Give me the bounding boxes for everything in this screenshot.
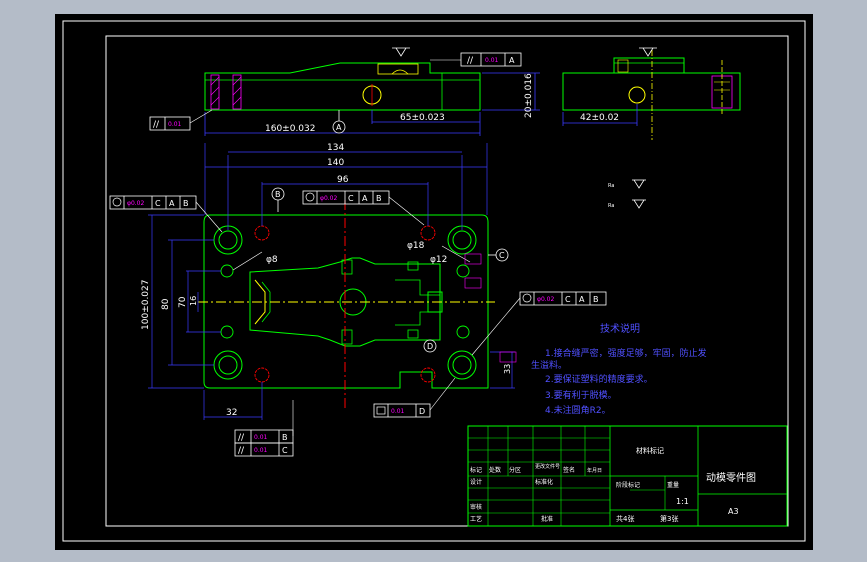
svg-text:A: A [579, 295, 585, 304]
svg-text:0.01: 0.01 [168, 121, 182, 128]
dim-140: 140 [327, 158, 344, 168]
svg-text:B: B [593, 295, 599, 304]
svg-text:设计: 设计 [470, 478, 482, 486]
dim-42: 42±0.02 [580, 113, 619, 123]
svg-text:处数: 处数 [489, 466, 501, 474]
tech-notes-title: 技术说明 [600, 322, 640, 335]
front-view [204, 62, 481, 111]
svg-text:0.01: 0.01 [391, 408, 405, 415]
tech-note-4: 4.未注圆角R2。 [545, 404, 611, 416]
side-view: 42±0.02 [562, 47, 741, 140]
material-mark: 材料标记 [636, 446, 664, 455]
svg-text:阶段标记: 阶段标记 [616, 481, 640, 489]
scale: 1:1 [676, 497, 689, 506]
tech-note-2: 2.要保证塑料的精度要求。 [545, 373, 653, 385]
svg-text:C: C [499, 251, 505, 260]
svg-text:更改文件号: 更改文件号 [535, 463, 560, 470]
svg-text:年月日: 年月日 [587, 467, 602, 474]
svg-text://: // [238, 446, 245, 456]
dim-96: 96 [337, 175, 349, 185]
roughness-symbol-top [392, 47, 410, 57]
svg-text:Ra: Ra [608, 183, 614, 189]
svg-text:0.01: 0.01 [254, 434, 268, 441]
total-sheets: 共4张 [616, 514, 634, 523]
dim-20: 20±0.016 [524, 73, 534, 118]
svg-text:B: B [183, 199, 189, 208]
svg-text:分区: 分区 [509, 466, 521, 474]
svg-text:C: C [155, 199, 161, 208]
svg-text:A: A [362, 194, 368, 203]
flatness-frame-bottom: 0.01 D [373, 377, 456, 418]
svg-text://: // [238, 433, 245, 443]
svg-text:0.01: 0.01 [485, 57, 499, 64]
dim-32: 32 [226, 408, 237, 418]
parallelism-frame-left: // 0.01 [149, 109, 213, 131]
svg-text:φ0.02: φ0.02 [537, 296, 555, 303]
sheet-number: 第3张 [660, 514, 678, 523]
svg-text:φ0.02: φ0.02 [127, 200, 145, 207]
svg-text:A: A [509, 56, 515, 65]
parallelism-frame-top: // 0.01 A [430, 52, 522, 67]
cad-drawing-canvas[interactable]: 160±0.032 65±0.023 20±0.016 A // 0.01 A … [0, 0, 867, 562]
svg-text://: // [153, 120, 160, 130]
dim-100: 100±0.027 [141, 280, 151, 330]
dim-phi8: φ8 [266, 255, 278, 265]
svg-text:φ0.02: φ0.02 [320, 195, 338, 202]
dim-phi12: φ12 [430, 255, 447, 265]
part-name: 动模零件图 [706, 472, 756, 484]
datum-symbols-plan: B C D [271, 187, 509, 353]
svg-text:C: C [282, 446, 288, 455]
svg-text:B: B [275, 190, 281, 199]
svg-text:重量: 重量 [667, 481, 679, 489]
svg-text:C: C [348, 194, 354, 203]
svg-text:B: B [376, 194, 382, 203]
dim-160: 160±0.032 [265, 124, 315, 134]
dim-phi18: φ18 [407, 241, 425, 251]
technical-notes: 技术说明 1.接合缝严密，强度足够，牢固，防止发 生溢料。 2.要保证塑料的精度… [531, 322, 707, 416]
svg-text:批准: 批准 [541, 515, 553, 523]
svg-text:C: C [565, 295, 571, 304]
roughness-symbols-right: Ra Ra [608, 179, 646, 209]
dim-80: 80 [161, 298, 171, 310]
tech-note-1: 1.接合缝严密，强度足够，牢固，防止发 [545, 347, 707, 359]
datum-a-top: A [336, 123, 342, 132]
svg-text:审核: 审核 [470, 503, 482, 511]
dim-70: 70 [178, 296, 188, 308]
svg-text:工艺: 工艺 [470, 515, 482, 523]
parallelism-frames-bottom: // 0.01 B // 0.01 C [234, 400, 294, 457]
svg-text://: // [467, 56, 474, 66]
svg-text:签名: 签名 [563, 466, 575, 474]
dim-134: 134 [327, 143, 344, 153]
position-frame-right: φ0.02 C A B [471, 291, 607, 356]
tech-note-3: 3.要有利于脱模。 [545, 389, 617, 401]
plan-view [198, 200, 495, 410]
position-frame-top: φ0.02 C A B [302, 190, 425, 226]
svg-text:0.01: 0.01 [254, 447, 268, 454]
svg-text:D: D [419, 407, 425, 416]
outer-frame [62, 20, 806, 542]
svg-text:D: D [427, 342, 433, 351]
dim-16: 16 [189, 296, 198, 306]
svg-text:A: A [169, 199, 175, 208]
dim-65: 65±0.023 [400, 113, 445, 123]
title-block: 标记 处数 分区 更改文件号 签名 年月日 设计 标准化 审核 工艺 批准 材料… [467, 425, 788, 527]
sheet-size: A3 [728, 507, 739, 516]
svg-text:Ra: Ra [608, 203, 614, 209]
dim-33: 33 [503, 364, 512, 374]
svg-text:标准化: 标准化 [535, 478, 553, 486]
tech-note-1b: 生溢料。 [531, 359, 567, 371]
svg-text:B: B [282, 433, 288, 442]
svg-text:标记: 标记 [470, 466, 482, 474]
